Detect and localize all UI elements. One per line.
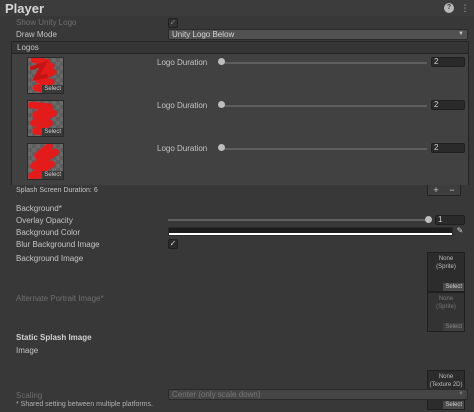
logos-title: Logos — [17, 43, 39, 52]
logo-select-button[interactable]: Select — [42, 128, 63, 136]
remove-item-button[interactable]: − — [449, 185, 454, 195]
logo-duration-slider-handle[interactable] — [218, 144, 225, 151]
overlay-opacity-label: Overlay Opacity — [16, 216, 73, 225]
chevron-down-icon: ▼ — [458, 391, 464, 397]
logo-duration-field[interactable]: 2 — [431, 143, 465, 153]
blur-background-label: Blur Background Image — [16, 240, 100, 249]
logo-duration-slider[interactable] — [220, 105, 427, 107]
static-splash-section-label: Static Splash Image — [16, 333, 92, 342]
eyedropper-icon[interactable]: ✎ — [455, 226, 465, 236]
page-title: Player — [5, 1, 45, 16]
logo-select-button[interactable]: Select — [42, 85, 63, 93]
settings-menu-icon[interactable]: ⋮ — [460, 3, 470, 13]
overlay-opacity-slider-handle[interactable] — [425, 216, 432, 223]
logo-duration-slider-handle[interactable] — [218, 101, 225, 108]
logo-thumbnail[interactable]: Select — [27, 100, 64, 137]
alt-portrait-none: None — [438, 296, 454, 302]
shared-setting-footnote: * Shared setting between multiple platfo… — [16, 401, 153, 408]
static-splash-image-label: Image — [16, 346, 39, 355]
chevron-down-icon: ▼ — [458, 31, 464, 37]
inspector-header — [0, 0, 474, 16]
splash-screen-duration: Splash Screen Duration: 6 — [16, 187, 98, 194]
background-image-label: Background Image — [16, 254, 84, 263]
logo-duration-slider[interactable] — [220, 62, 427, 64]
background-image-field[interactable]: None (Sprite) Select — [427, 252, 465, 292]
alt-portrait-image-label: Alternate Portrait Image* — [16, 294, 104, 303]
draw-mode-value: Unity Logo Below — [172, 30, 235, 39]
alt-portrait-select-button: Select — [443, 323, 464, 331]
logo-duration-label: Logo Duration — [157, 101, 208, 110]
help-icon[interactable]: ? — [444, 3, 454, 13]
alt-portrait-image-field: None (Sprite) Select — [427, 292, 465, 332]
static-splash-image-none: None — [438, 374, 454, 380]
background-section-label: Background* — [16, 204, 62, 213]
logo-thumbnail[interactable]: Select — [27, 143, 64, 180]
logo-thumbnail[interactable]: Select — [27, 57, 64, 94]
scaling-dropdown: Center (only scale down) ▼ — [168, 389, 468, 400]
logo-duration-slider-handle[interactable] — [218, 58, 225, 65]
scaling-label: Scaling — [16, 391, 43, 400]
logos-list-header: Logos — [12, 42, 468, 54]
show-unity-logo-label: Show Unity Logo — [16, 18, 77, 27]
background-image-select-button[interactable]: Select — [443, 283, 464, 291]
logo-duration-label: Logo Duration — [157, 144, 208, 153]
overlay-opacity-slider[interactable] — [168, 219, 428, 221]
logo-duration-label: Logo Duration — [157, 58, 208, 67]
list-add-remove-controls: + − — [427, 185, 461, 196]
logo-duration-field[interactable]: 2 — [431, 57, 465, 67]
alpha-bar — [169, 233, 452, 235]
background-image-type: (Sprite) — [436, 264, 456, 270]
background-color-field[interactable] — [168, 227, 453, 236]
alt-portrait-type: (Sprite) — [436, 304, 456, 310]
background-image-none: None — [438, 256, 454, 262]
draw-mode-label: Draw Mode — [16, 30, 57, 39]
logo-select-button[interactable]: Select — [42, 171, 63, 179]
overlay-opacity-field[interactable]: 1 — [435, 215, 465, 225]
static-splash-image-select-button[interactable]: Select — [443, 401, 464, 409]
background-color-label: Background Color — [16, 228, 81, 237]
static-splash-image-type: (Texture 2D) — [429, 382, 463, 388]
logo-duration-field[interactable]: 2 — [431, 100, 465, 110]
blur-background-checkbox[interactable]: ✓ — [168, 239, 178, 249]
show-unity-logo-checkbox[interactable]: ✓ — [168, 18, 178, 28]
scaling-value: Center (only scale down) — [172, 390, 261, 399]
logo-duration-slider[interactable] — [220, 148, 427, 150]
add-item-button[interactable]: + — [433, 185, 438, 195]
draw-mode-dropdown[interactable]: Unity Logo Below ▼ — [168, 29, 468, 40]
header-icons: ? ⋮ — [444, 3, 470, 13]
